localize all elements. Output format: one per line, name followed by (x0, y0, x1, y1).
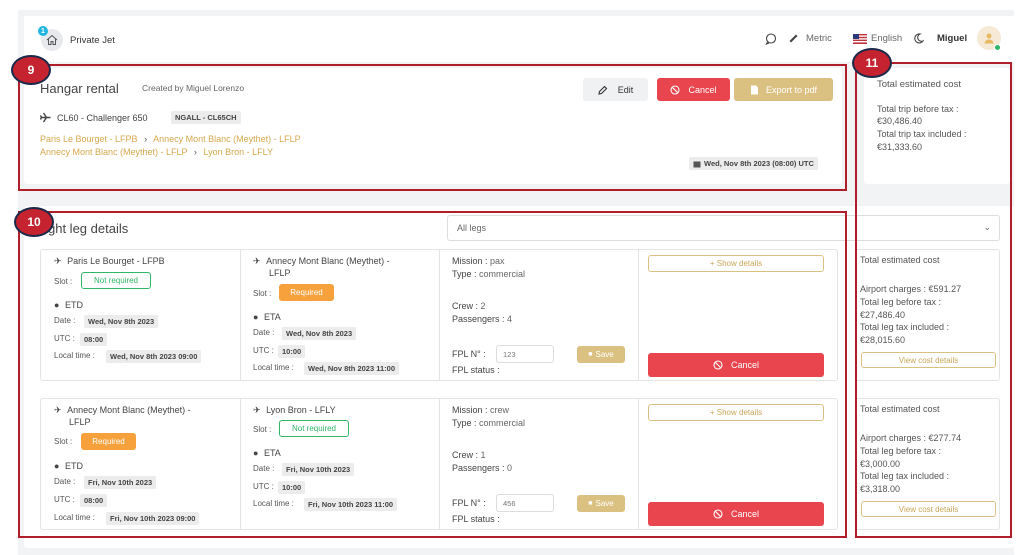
language-label: English (871, 33, 903, 44)
home-icon (46, 34, 58, 45)
annotation-marker-11: 11 (852, 48, 892, 78)
user-icon (984, 33, 994, 44)
chat-button[interactable] (765, 33, 777, 45)
annotation-frame-11 (855, 62, 1012, 538)
moon-icon (914, 33, 924, 44)
notification-badge: 1 (38, 26, 48, 36)
online-status-dot (994, 44, 1001, 51)
chat-bubble-icon (765, 33, 777, 45)
metric-label: Metric (806, 33, 832, 44)
ruler-icon (789, 34, 798, 43)
us-flag-icon (853, 33, 867, 44)
app-title: Private Jet (70, 35, 115, 46)
unit-toggle[interactable]: Metric (788, 33, 832, 44)
annotation-frame-9 (18, 64, 847, 191)
annotation-marker-10: 10 (14, 207, 54, 237)
theme-toggle[interactable] (913, 33, 924, 44)
language-selector[interactable]: English (853, 33, 902, 44)
annotation-marker-9: 9 (11, 55, 51, 85)
user-name: Miguel (937, 33, 968, 44)
annotation-frame-10 (18, 211, 847, 538)
